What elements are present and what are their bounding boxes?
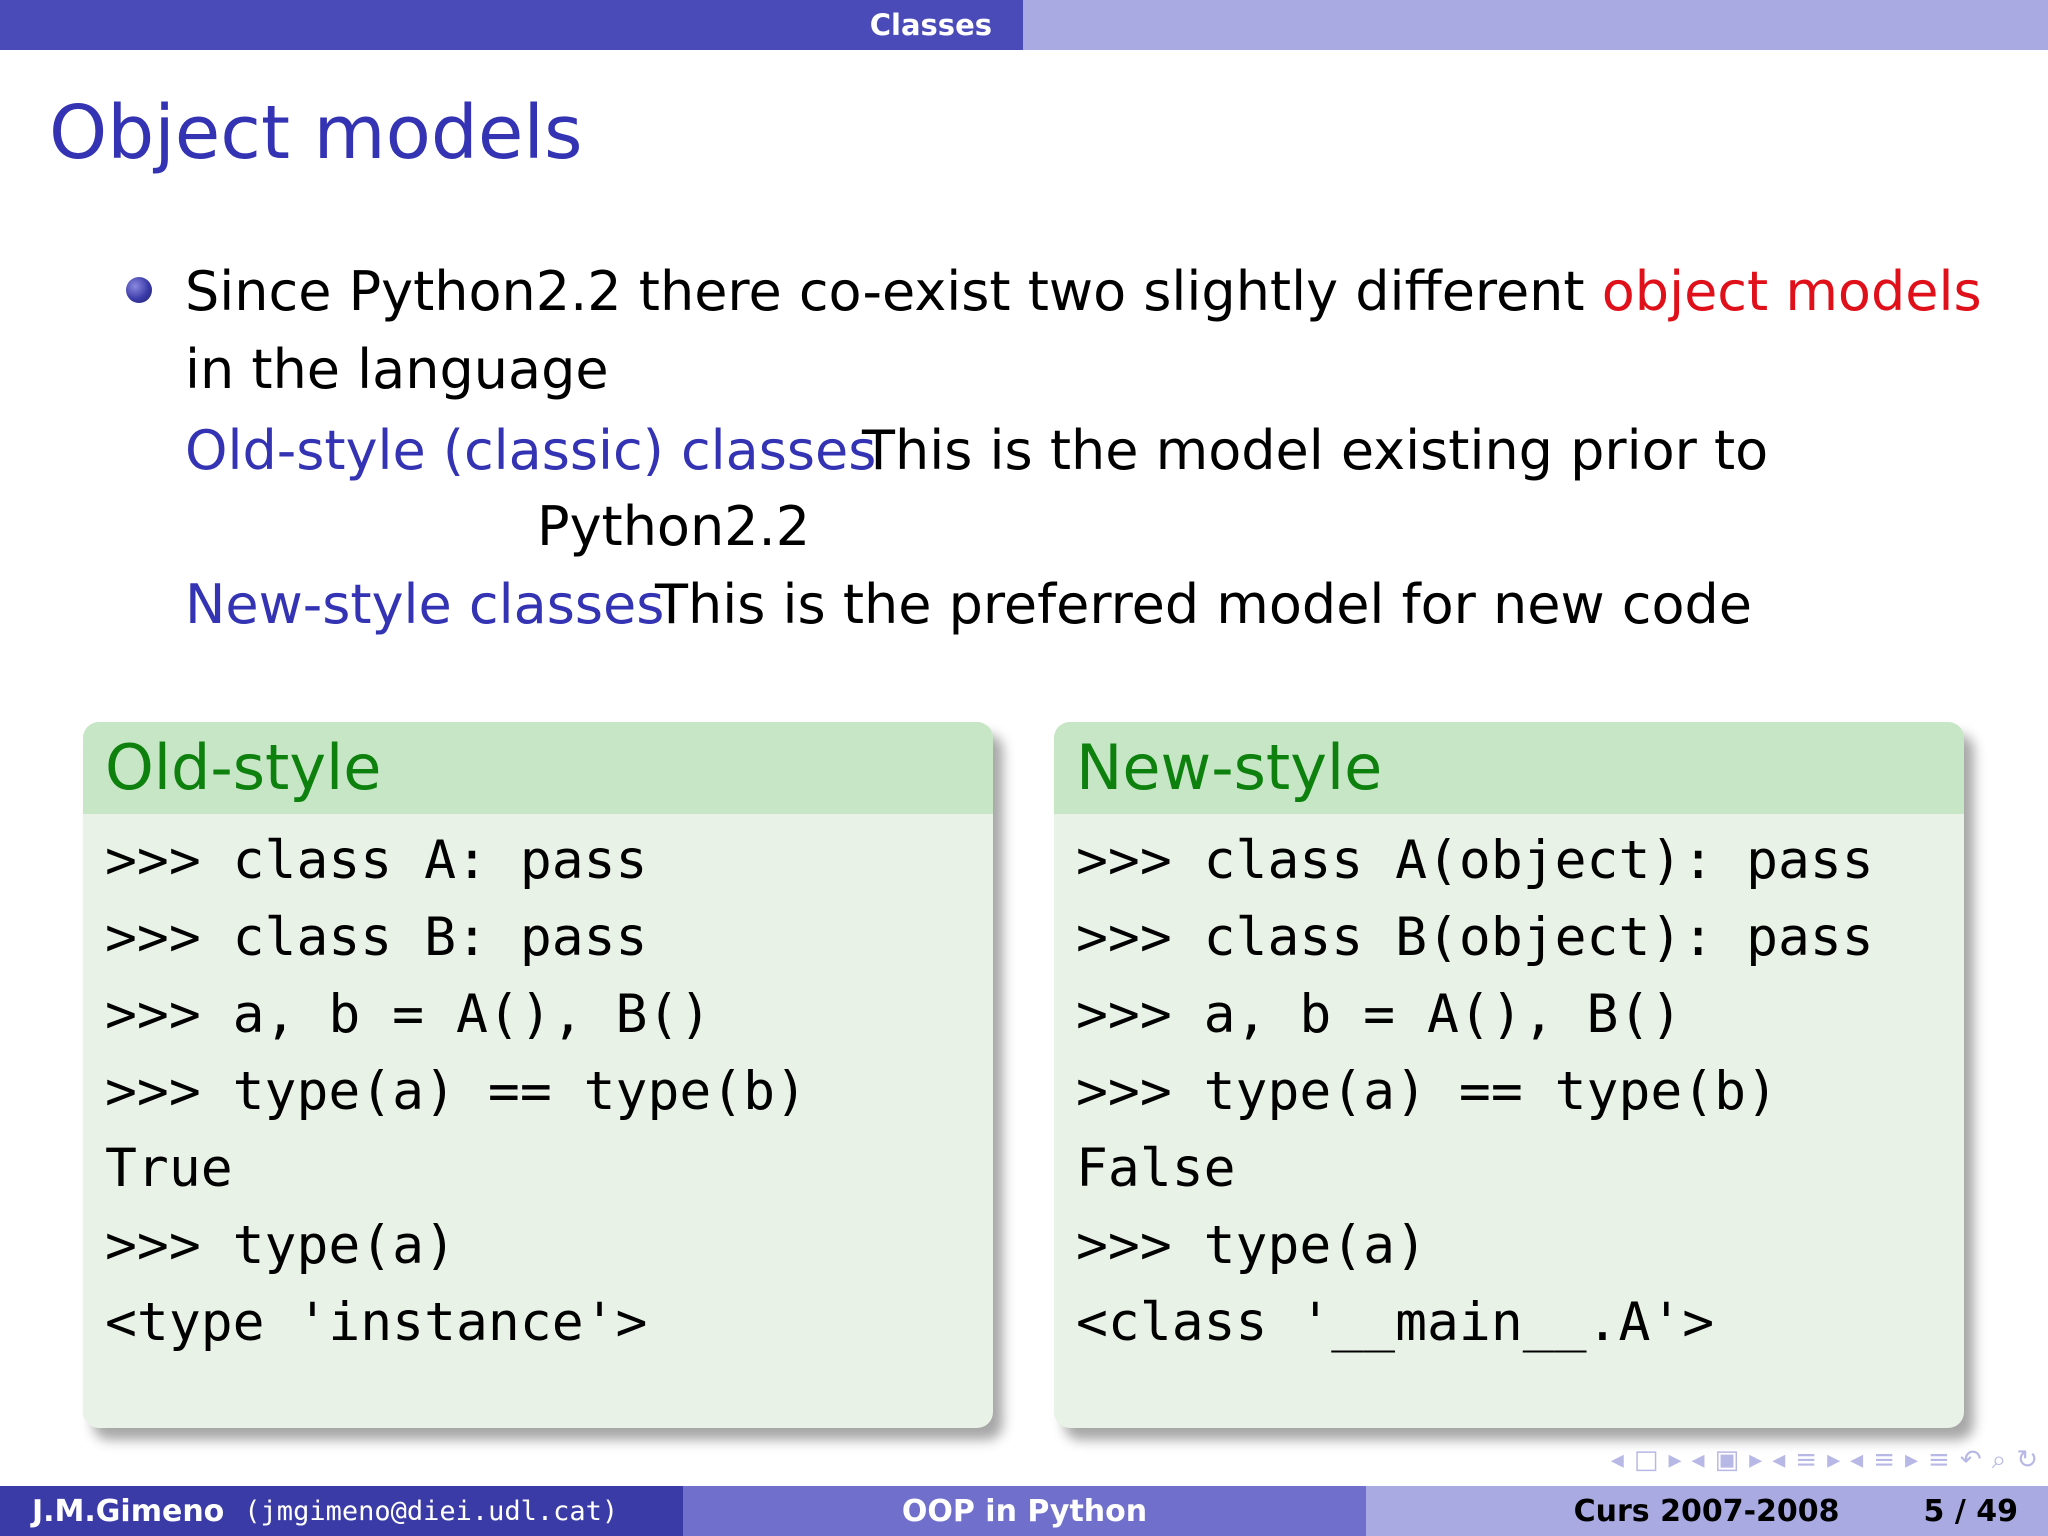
nav-back-icon[interactable]: ↶ [1960, 1445, 1982, 1475]
section-title[interactable]: Classes [870, 8, 1023, 42]
nav-next-icon[interactable]: ▸ [1668, 1445, 1681, 1475]
nav-prev-icon[interactable]: ◂ [1850, 1445, 1863, 1475]
frame-title: Object models [49, 90, 583, 176]
alert-text: object models [1601, 260, 1982, 323]
block-title-bar: Old-style [83, 722, 993, 814]
nav-section-icon[interactable]: ≡ [1873, 1445, 1895, 1475]
definition-desc-old-style-line1: This is the model existing prior to [862, 419, 1769, 482]
example-block-old-style: Old-style >>> class A: pass >>> class B:… [83, 722, 993, 1428]
nav-subsection-icon[interactable]: ▣ [1715, 1445, 1740, 1475]
header-section-bar: Classes [0, 0, 1023, 50]
nav-align-icon[interactable]: ≡ [1928, 1445, 1950, 1475]
nav-next-icon[interactable]: ▸ [1749, 1445, 1762, 1475]
header-bar: Classes [0, 0, 2048, 50]
bullet-text-before: Since Python2.2 there co-exist two sligh… [185, 260, 1602, 323]
footer-author: J.M.Gimeno [32, 1493, 225, 1529]
nav-frame-icon[interactable]: □ [1634, 1445, 1659, 1475]
nav-next-icon[interactable]: ▸ [1905, 1445, 1918, 1475]
code-listing-new-style: >>> class A(object): pass >>> class B(ob… [1076, 830, 1874, 1353]
definition-term-old-style: Old-style (classic) classes [185, 419, 877, 482]
bullet-text: Since Python2.2 there co-exist two sligh… [185, 253, 1985, 409]
nav-section-icon[interactable]: ≡ [1795, 1445, 1817, 1475]
nav-forward-icon[interactable]: ↻ [2016, 1445, 2038, 1475]
nav-prev-icon[interactable]: ◂ [1772, 1445, 1785, 1475]
definition-term-new-style: New-style classes [185, 573, 665, 636]
header-subsection-bar [1023, 0, 2048, 50]
block-title: New-style [1076, 731, 1383, 804]
footer-author-box: J.M.Gimeno (jmgimeno@diei.udl.cat) [0, 1486, 683, 1536]
definition-desc-new-style: This is the preferred model for new code [655, 573, 1753, 636]
slide: Classes Object models Since Python2.2 th… [0, 0, 2048, 1536]
bullet-text-after: in the language [185, 338, 609, 401]
nav-search-icon[interactable]: ⌕ [1992, 1445, 2007, 1476]
nav-next-icon[interactable]: ▸ [1827, 1445, 1840, 1475]
nav-prev-icon[interactable]: ◂ [1692, 1445, 1705, 1475]
footer-course: Curs 2007-2008 [1573, 1493, 1840, 1529]
footer-date-box: Curs 2007-2008 5 / 49 [1366, 1486, 2048, 1536]
footer-email: (jmgimeno@diei.udl.cat) [244, 1495, 619, 1527]
footer-bar: J.M.Gimeno (jmgimeno@diei.udl.cat) OOP i… [0, 1486, 2048, 1536]
block-title-bar: New-style [1054, 722, 1964, 814]
code-listing-old-style: >>> class A: pass >>> class B: pass >>> … [105, 830, 807, 1353]
footer-talk-title: OOP in Python [901, 1493, 1148, 1529]
footer-page-number: 5 / 49 [1923, 1493, 2018, 1529]
nav-prev-icon[interactable]: ◂ [1611, 1445, 1624, 1475]
example-block-new-style: New-style >>> class A(object): pass >>> … [1054, 722, 1964, 1428]
definition-desc-old-style-line2: Python2.2 [537, 495, 811, 558]
footer-title-box: OOP in Python [683, 1486, 1366, 1536]
bullet-icon [126, 277, 152, 303]
block-title: Old-style [105, 731, 382, 804]
navigation-symbols: ◂ □ ▸ ◂ ▣ ▸ ◂ ≡ ▸ ◂ ≡ ▸ ≡ ↶ ⌕ ↻ [1318, 1440, 2038, 1480]
